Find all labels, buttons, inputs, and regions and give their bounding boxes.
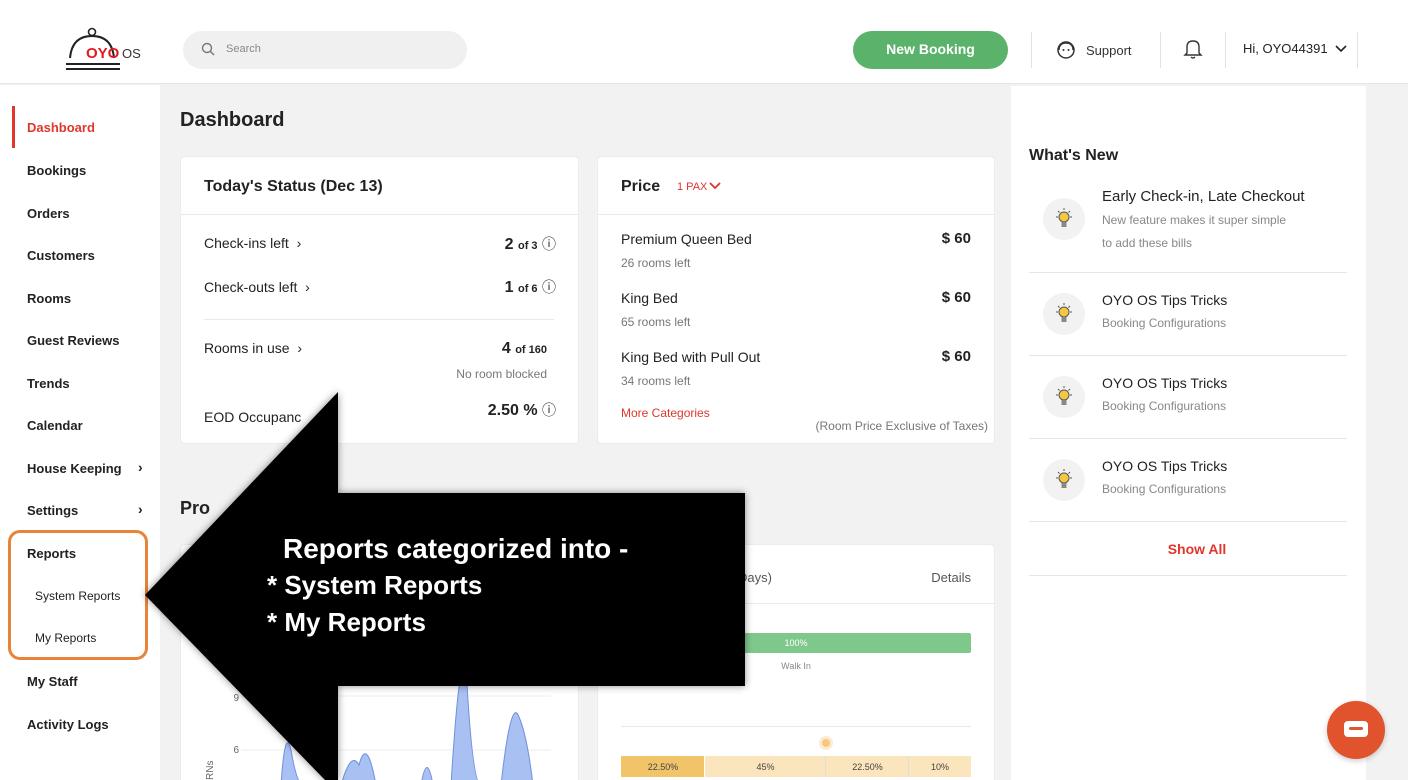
annotation-arrow bbox=[145, 392, 745, 780]
annotation-line-2: * System Reports bbox=[267, 570, 483, 600]
annotation-line-3: * My Reports bbox=[267, 607, 426, 637]
annotation-line-1: Reports categorized into - bbox=[283, 533, 629, 564]
